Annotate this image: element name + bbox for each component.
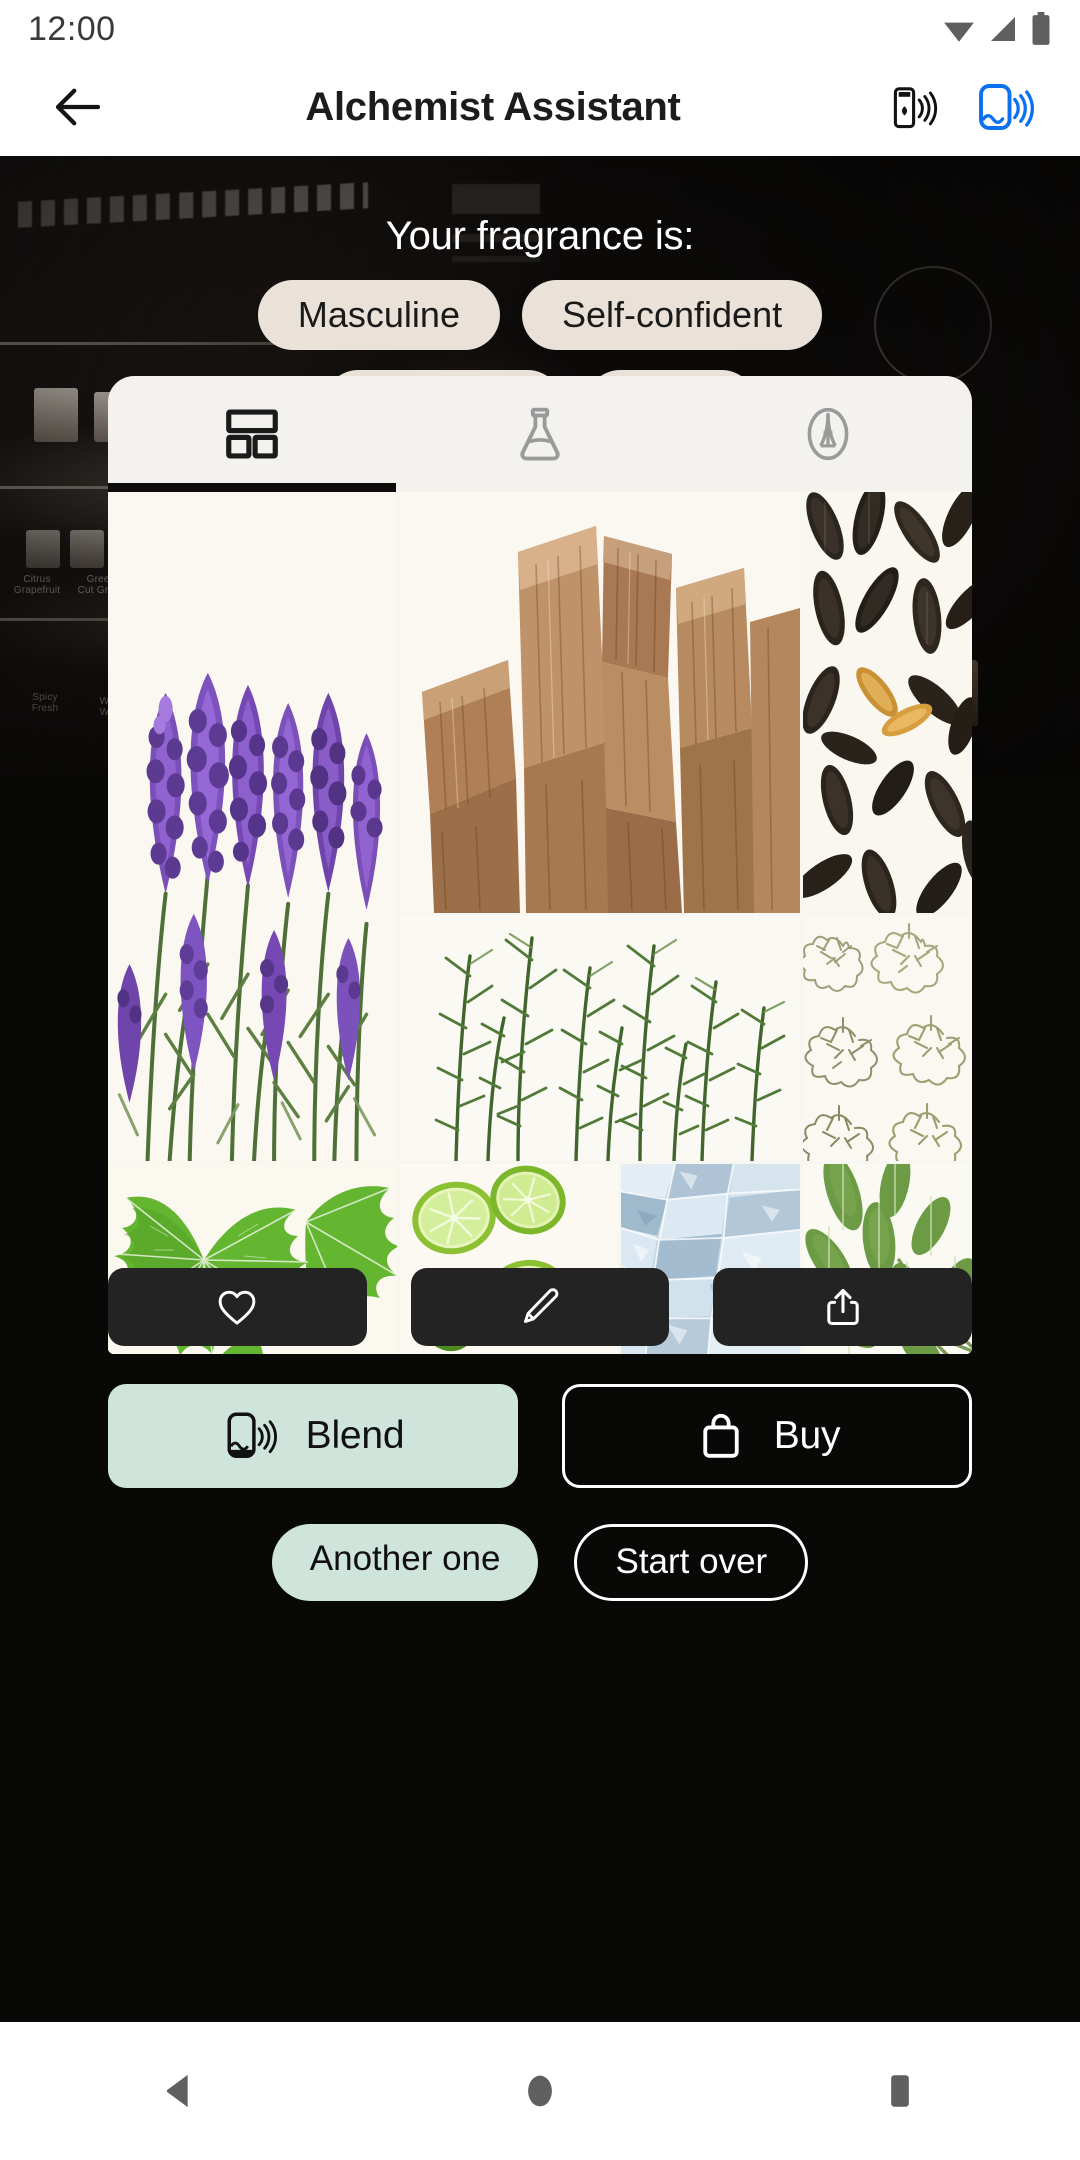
fragrance-tag[interactable]: Self-confident <box>521 280 823 351</box>
main-content: CitrusGrapefruit GreenCut Grass Lavender… <box>0 156 1080 2022</box>
favorite-button[interactable] <box>108 1268 367 1346</box>
device-diffuser-nfc-icon <box>979 84 1034 130</box>
another-one-button[interactable]: Another one <box>271 1524 539 1601</box>
status-bar: 12:00 <box>0 0 1080 58</box>
ingredient-tile-cedarwood[interactable] <box>400 492 800 913</box>
tab-origin[interactable] <box>684 376 972 492</box>
app-bar-actions <box>884 76 1036 138</box>
nav-home-button[interactable] <box>485 2036 595 2146</box>
share-icon <box>826 1288 859 1326</box>
wifi-icon <box>944 22 974 42</box>
android-nav-bar <box>0 2022 1080 2160</box>
ingredient-tile-oakmoss[interactable] <box>803 916 972 1161</box>
nav-recents-icon <box>891 2075 909 2107</box>
nav-home-icon <box>528 2075 552 2107</box>
secondary-action-bar: Another one Start over <box>0 1524 1080 1601</box>
nav-back-button[interactable] <box>125 2036 235 2146</box>
shopping-bag-icon <box>703 1413 739 1458</box>
fragrance-result-card <box>108 376 972 1354</box>
arrow-left-icon <box>55 88 101 126</box>
nav-recents-button[interactable] <box>845 2036 955 2146</box>
rosemary-image <box>400 916 800 1161</box>
device-cartridge-nfc-button[interactable] <box>884 76 946 138</box>
nav-back-icon <box>166 2074 188 2108</box>
cellular-signal-icon <box>991 17 1015 41</box>
device-diffuser-nfc-button[interactable] <box>974 76 1036 138</box>
share-button[interactable] <box>713 1268 973 1346</box>
app-bar: Alchemist Assistant <box>0 58 1080 156</box>
buy-button[interactable]: Buy <box>562 1384 972 1488</box>
ingredient-image-grid <box>108 492 972 1354</box>
eiffel-tower-icon <box>807 407 849 461</box>
ingredient-tile-lavender[interactable] <box>108 492 397 1161</box>
start-over-button[interactable]: Start over <box>574 1524 809 1601</box>
pencil-icon <box>523 1288 559 1324</box>
fragrance-tag-row-1: Masculine Self-confident <box>0 280 1080 351</box>
result-headline: Your fragrance is: <box>385 214 695 258</box>
main-action-bar: Blend Buy <box>108 1384 972 1488</box>
flask-icon <box>520 407 560 461</box>
lavender-image <box>108 492 397 1161</box>
cedarwood-image <box>400 492 800 913</box>
buy-button-label: Buy <box>773 1414 841 1457</box>
icon-action-bar <box>108 1268 973 1346</box>
card-tab-bar <box>108 376 972 492</box>
ingredient-tile-tonka-bean[interactable] <box>803 492 972 913</box>
blend-button-label: Blend <box>305 1414 405 1457</box>
battery-icon <box>1032 12 1050 45</box>
active-tab-indicator <box>108 483 396 492</box>
diffuser-icon <box>227 1412 277 1459</box>
ingredient-tile-rosemary[interactable] <box>400 916 800 1161</box>
grid-layout-icon <box>226 409 278 459</box>
tab-formula[interactable] <box>396 376 684 492</box>
heart-icon <box>218 1290 256 1325</box>
status-time: 12:00 <box>28 9 116 48</box>
status-icon-group <box>942 12 1052 46</box>
blend-button[interactable]: Blend <box>108 1384 518 1488</box>
device-cartridge-nfc-icon <box>893 87 938 129</box>
tonka-bean-image <box>803 492 972 913</box>
fragrance-tag[interactable]: Masculine <box>257 280 500 351</box>
edit-button[interactable] <box>410 1268 670 1346</box>
page-title: Alchemist Assistant <box>305 84 681 129</box>
tab-mosaic[interactable] <box>108 376 396 492</box>
oakmoss-image <box>803 916 972 1161</box>
